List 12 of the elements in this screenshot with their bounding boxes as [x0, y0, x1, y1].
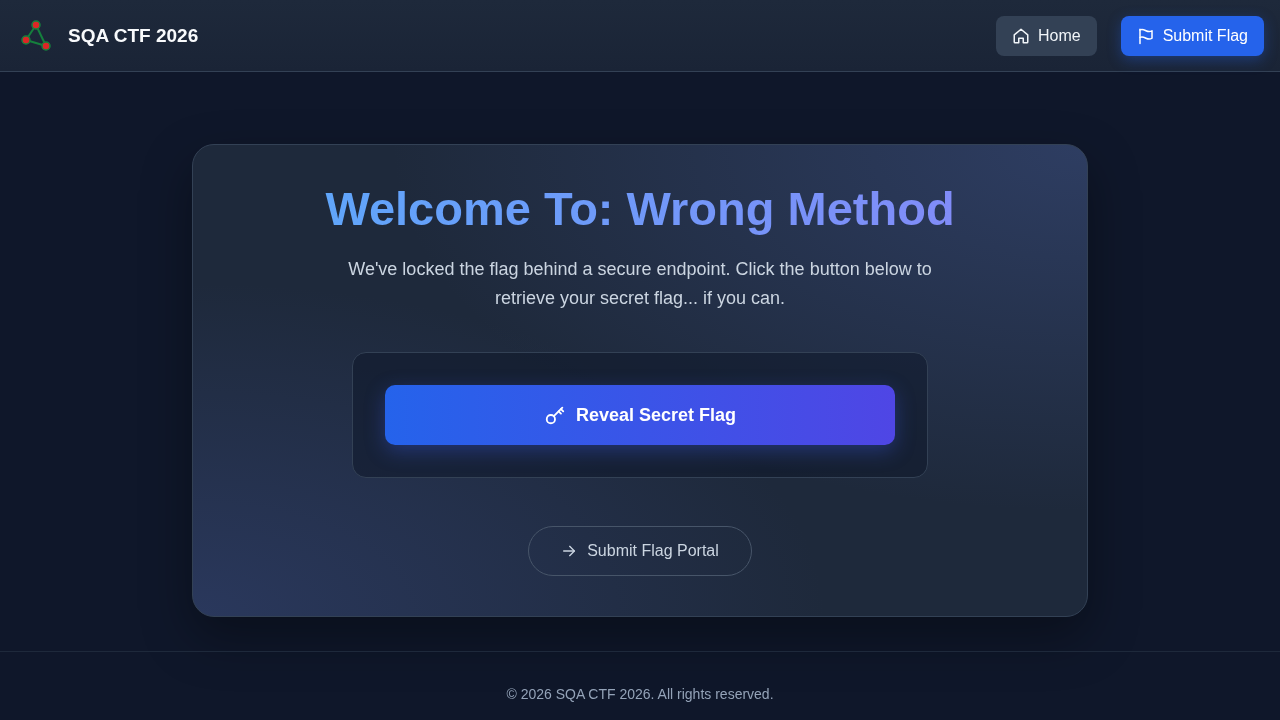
logo-icon [20, 19, 52, 52]
portal-link-button[interactable]: Submit Flag Portal [528, 526, 752, 576]
site-title: SQA CTF 2026 [68, 24, 199, 47]
submit-flag-button[interactable]: Submit Flag [1120, 15, 1264, 56]
flag-icon [1136, 26, 1155, 45]
home-button[interactable]: Home [995, 15, 1097, 56]
copyright-text: © 2026 SQA CTF 2026. All rights reserved. [506, 686, 774, 702]
reveal-flag-button[interactable]: Reveal Secret Flag [385, 385, 895, 445]
description-text: We've locked the flag behind a secure endpoint. Click the button below to retrieve your secret flag... if you can. [347, 258, 933, 310]
home-icon [1011, 26, 1030, 45]
key-icon [543, 404, 566, 426]
arrow-right-icon [561, 543, 578, 559]
